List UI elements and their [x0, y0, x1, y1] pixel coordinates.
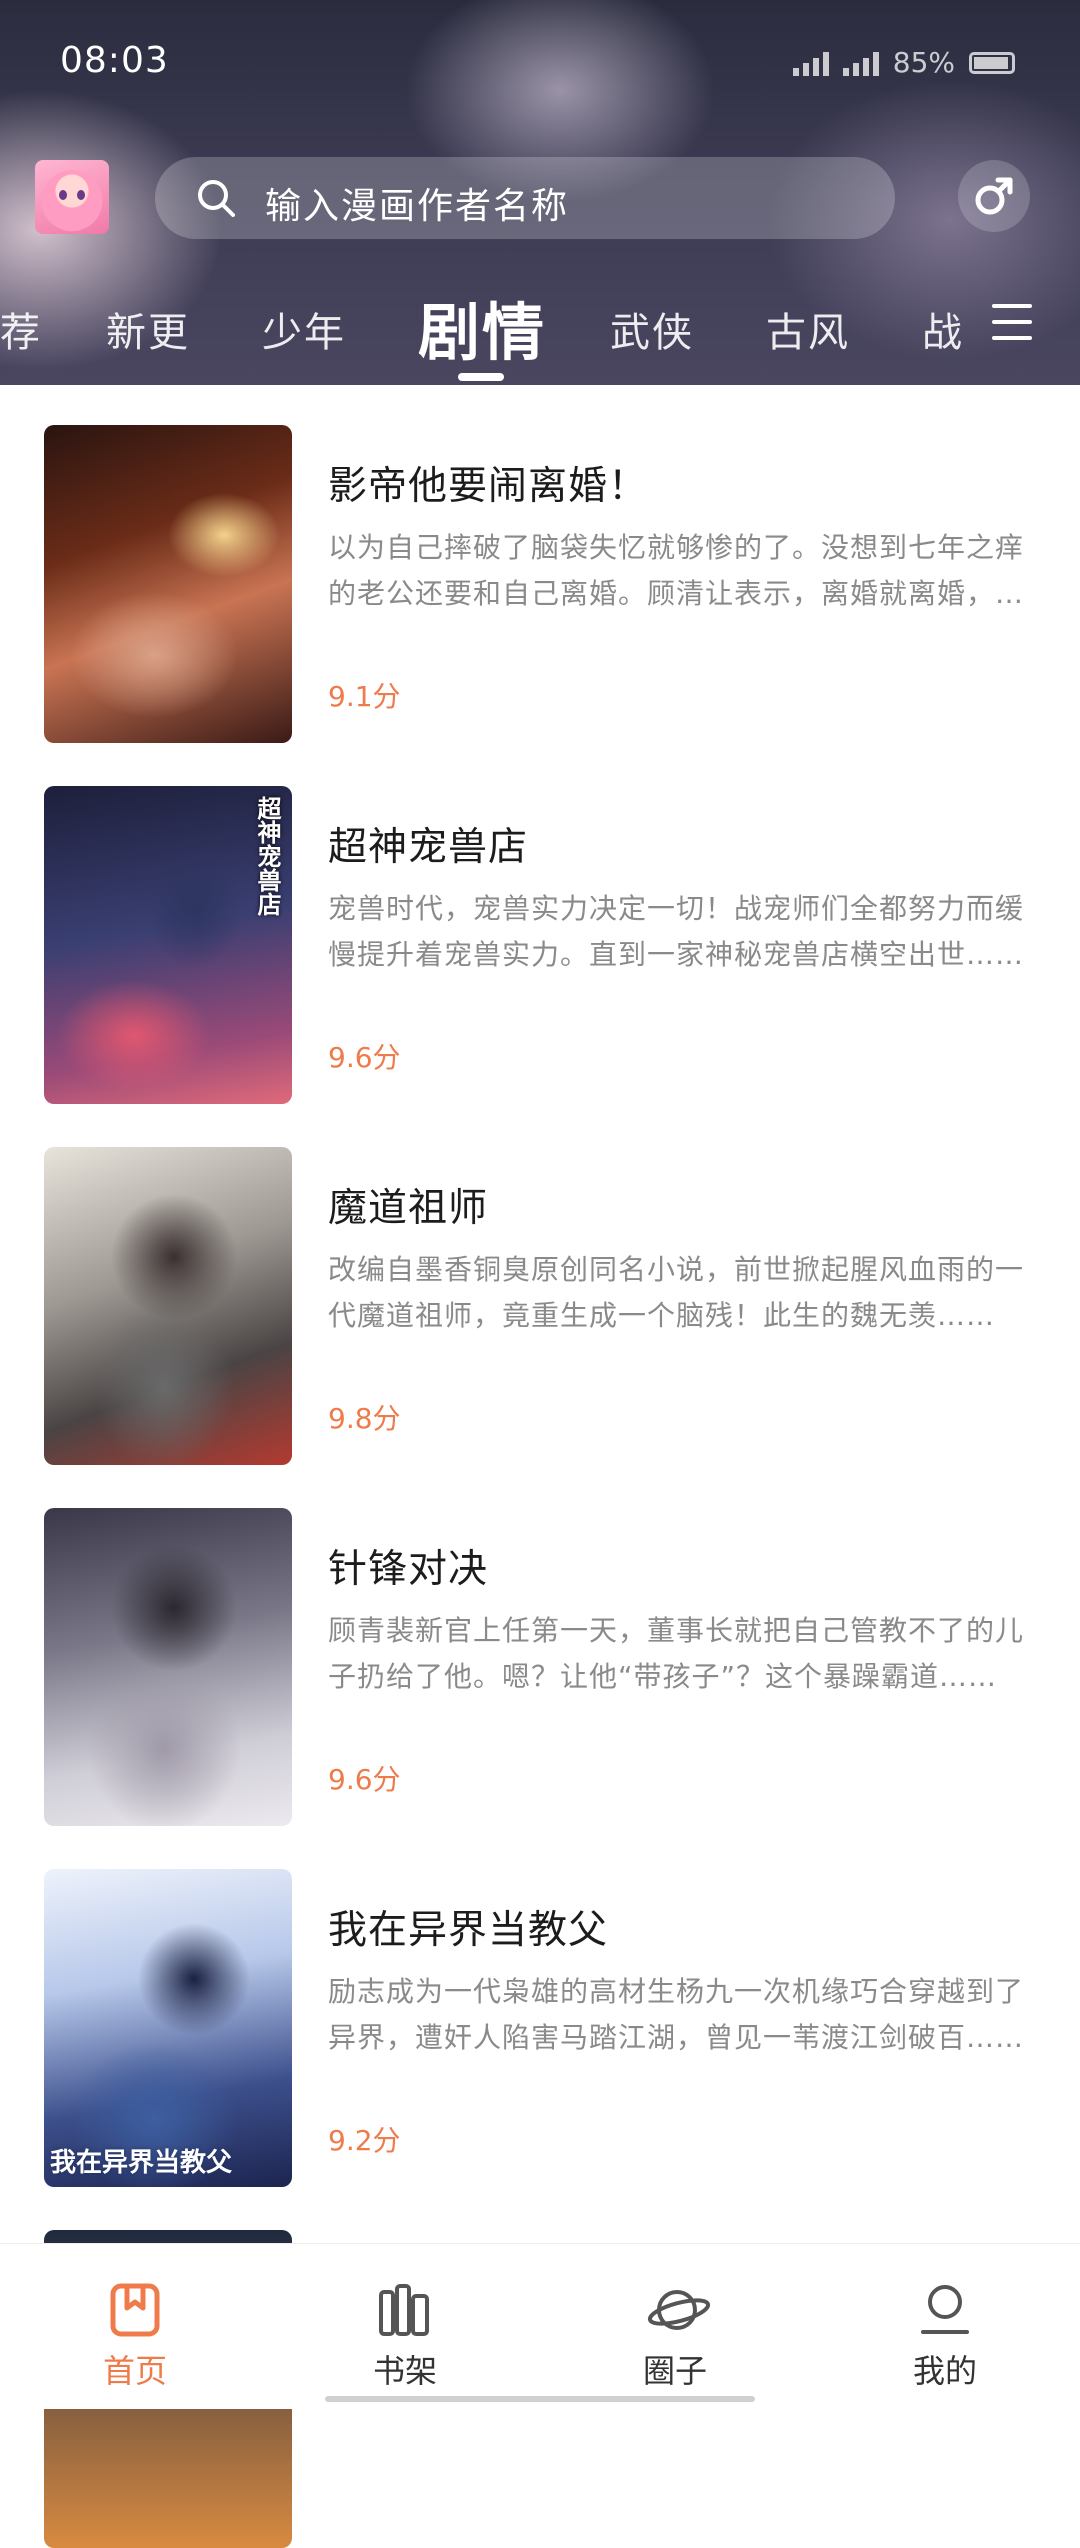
gender-toggle-button[interactable] — [958, 160, 1030, 232]
comic-item[interactable]: 影帝他要闹离婚！ 以为自己摔破了脑袋失忆就够惨的了。没想到七年之痒的老公还要和自… — [0, 385, 1080, 743]
nav-bookshelf-label: 书架 — [372, 2352, 437, 2390]
comic-description: 以为自己摔破了脑袋失忆就够惨的了。没想到七年之痒的老公还要和自己离婚。顾清让表示… — [328, 531, 1025, 610]
active-tab-indicator — [458, 373, 504, 381]
comic-score: 9.6分 — [328, 1763, 401, 1796]
male-icon — [975, 177, 1013, 215]
signal-icon-2 — [842, 50, 879, 76]
header: 08:03 85% 输入漫画作者名称 荐 新更 少年 剧情 武侠 古风 战 — [0, 0, 1080, 385]
status-icons: 85% — [792, 46, 1015, 79]
bookshelf-icon — [379, 2284, 429, 2336]
comic-score: 9.1分 — [328, 680, 401, 713]
tab-drama[interactable]: 剧情 — [418, 282, 546, 372]
comic-title: 魔道祖师 — [328, 1186, 489, 1231]
tab-new-update[interactable]: 新更 — [106, 300, 190, 358]
nav-home[interactable]: 首页 — [35, 2244, 235, 2409]
bookmark-icon — [110, 2283, 160, 2337]
signal-icon — [792, 50, 829, 76]
comic-description: 宠兽时代，宠兽实力决定一切！战宠师们全都努力而缓慢提升着宠兽实力。直到一家神秘宠… — [328, 892, 1025, 971]
comic-cover[interactable] — [44, 1147, 292, 1465]
cover-title-art: 超神宠兽店 — [253, 796, 281, 916]
search-bar[interactable]: 输入漫画作者名称 — [155, 157, 895, 239]
comic-score: 9.8分 — [328, 1402, 401, 1435]
home-indicator[interactable] — [325, 2396, 755, 2402]
planet-icon — [647, 2290, 711, 2330]
tab-recommend[interactable]: 荐 — [0, 300, 42, 358]
comic-description: 改编自墨香铜臭原创同名小说，前世掀起腥风血雨的一代魔道祖师，竟重生成一个脑残！此… — [328, 1253, 1025, 1332]
comic-item[interactable]: 我在异界当教父 我在异界当教父 励志成为一代枭雄的高材生杨九一次机缘巧合穿越到了… — [0, 1829, 1080, 2187]
comic-score: 9.2分 — [328, 2124, 401, 2157]
category-tabs: 荐 新更 少年 剧情 武侠 古风 战 — [0, 280, 1080, 380]
battery-percent: 85% — [892, 46, 955, 79]
avatar[interactable] — [35, 160, 109, 234]
comic-score: 9.6分 — [328, 1041, 401, 1074]
comic-item[interactable]: 魔道祖师 改编自墨香铜臭原创同名小说，前世掀起腥风血雨的一代魔道祖师，竟重生成一… — [0, 1107, 1080, 1465]
bottom-nav: 首页 书架 圈子 我的 — [0, 2243, 1080, 2409]
search-icon — [198, 180, 235, 217]
comic-cover[interactable]: 超神宠兽店 — [44, 786, 292, 1104]
nav-community-label: 圈子 — [642, 2352, 707, 2390]
comic-cover[interactable]: 我在异界当教父 — [44, 1869, 292, 2187]
nav-bookshelf[interactable]: 书架 — [305, 2244, 505, 2409]
comic-item[interactable]: 超神宠兽店 超神宠兽店 宠兽时代，宠兽实力决定一切！战宠师们全都努力而缓慢提升着… — [0, 746, 1080, 1104]
comic-description: 顾青裴新官上任第一天，董事长就把自己管教不了的儿子扔给了他。嗯？让他“带孩子”？… — [328, 1614, 1025, 1693]
comic-cover[interactable] — [44, 1508, 292, 1826]
nav-profile[interactable]: 我的 — [845, 2244, 1045, 2409]
nav-profile-label: 我的 — [912, 2352, 977, 2390]
nav-home-label: 首页 — [102, 2352, 167, 2390]
tab-war[interactable]: 战 — [922, 300, 964, 358]
tab-shounen[interactable]: 少年 — [262, 300, 346, 358]
comic-description: 励志成为一代枭雄的高材生杨九一次机缘巧合穿越到了异界，遭奸人陷害马踏江湖，曾见一… — [328, 1975, 1025, 2054]
battery-icon — [969, 51, 1015, 74]
cover-title-art: 我在异界当教父 — [50, 2148, 233, 2178]
menu-icon[interactable] — [992, 300, 1044, 346]
comic-title: 我在异界当教父 — [328, 1908, 609, 1953]
comic-title: 针锋对决 — [328, 1547, 489, 1592]
search-placeholder: 输入漫画作者名称 — [265, 186, 570, 227]
status-time: 08:03 — [60, 40, 169, 81]
status-bar: 08:03 85% — [0, 0, 1080, 125]
profile-icon — [921, 2285, 969, 2334]
tab-wuxia[interactable]: 武侠 — [610, 300, 694, 358]
comic-title: 超神宠兽店 — [328, 825, 529, 870]
comic-cover[interactable] — [44, 425, 292, 743]
nav-community[interactable]: 圈子 — [575, 2244, 775, 2409]
tab-ancient[interactable]: 古风 — [766, 300, 850, 358]
comic-item[interactable]: 针锋对决 顾青裴新官上任第一天，董事长就把自己管教不了的儿子扔给了他。嗯？让他“… — [0, 1468, 1080, 1826]
comic-title: 影帝他要闹离婚！ — [328, 464, 649, 509]
